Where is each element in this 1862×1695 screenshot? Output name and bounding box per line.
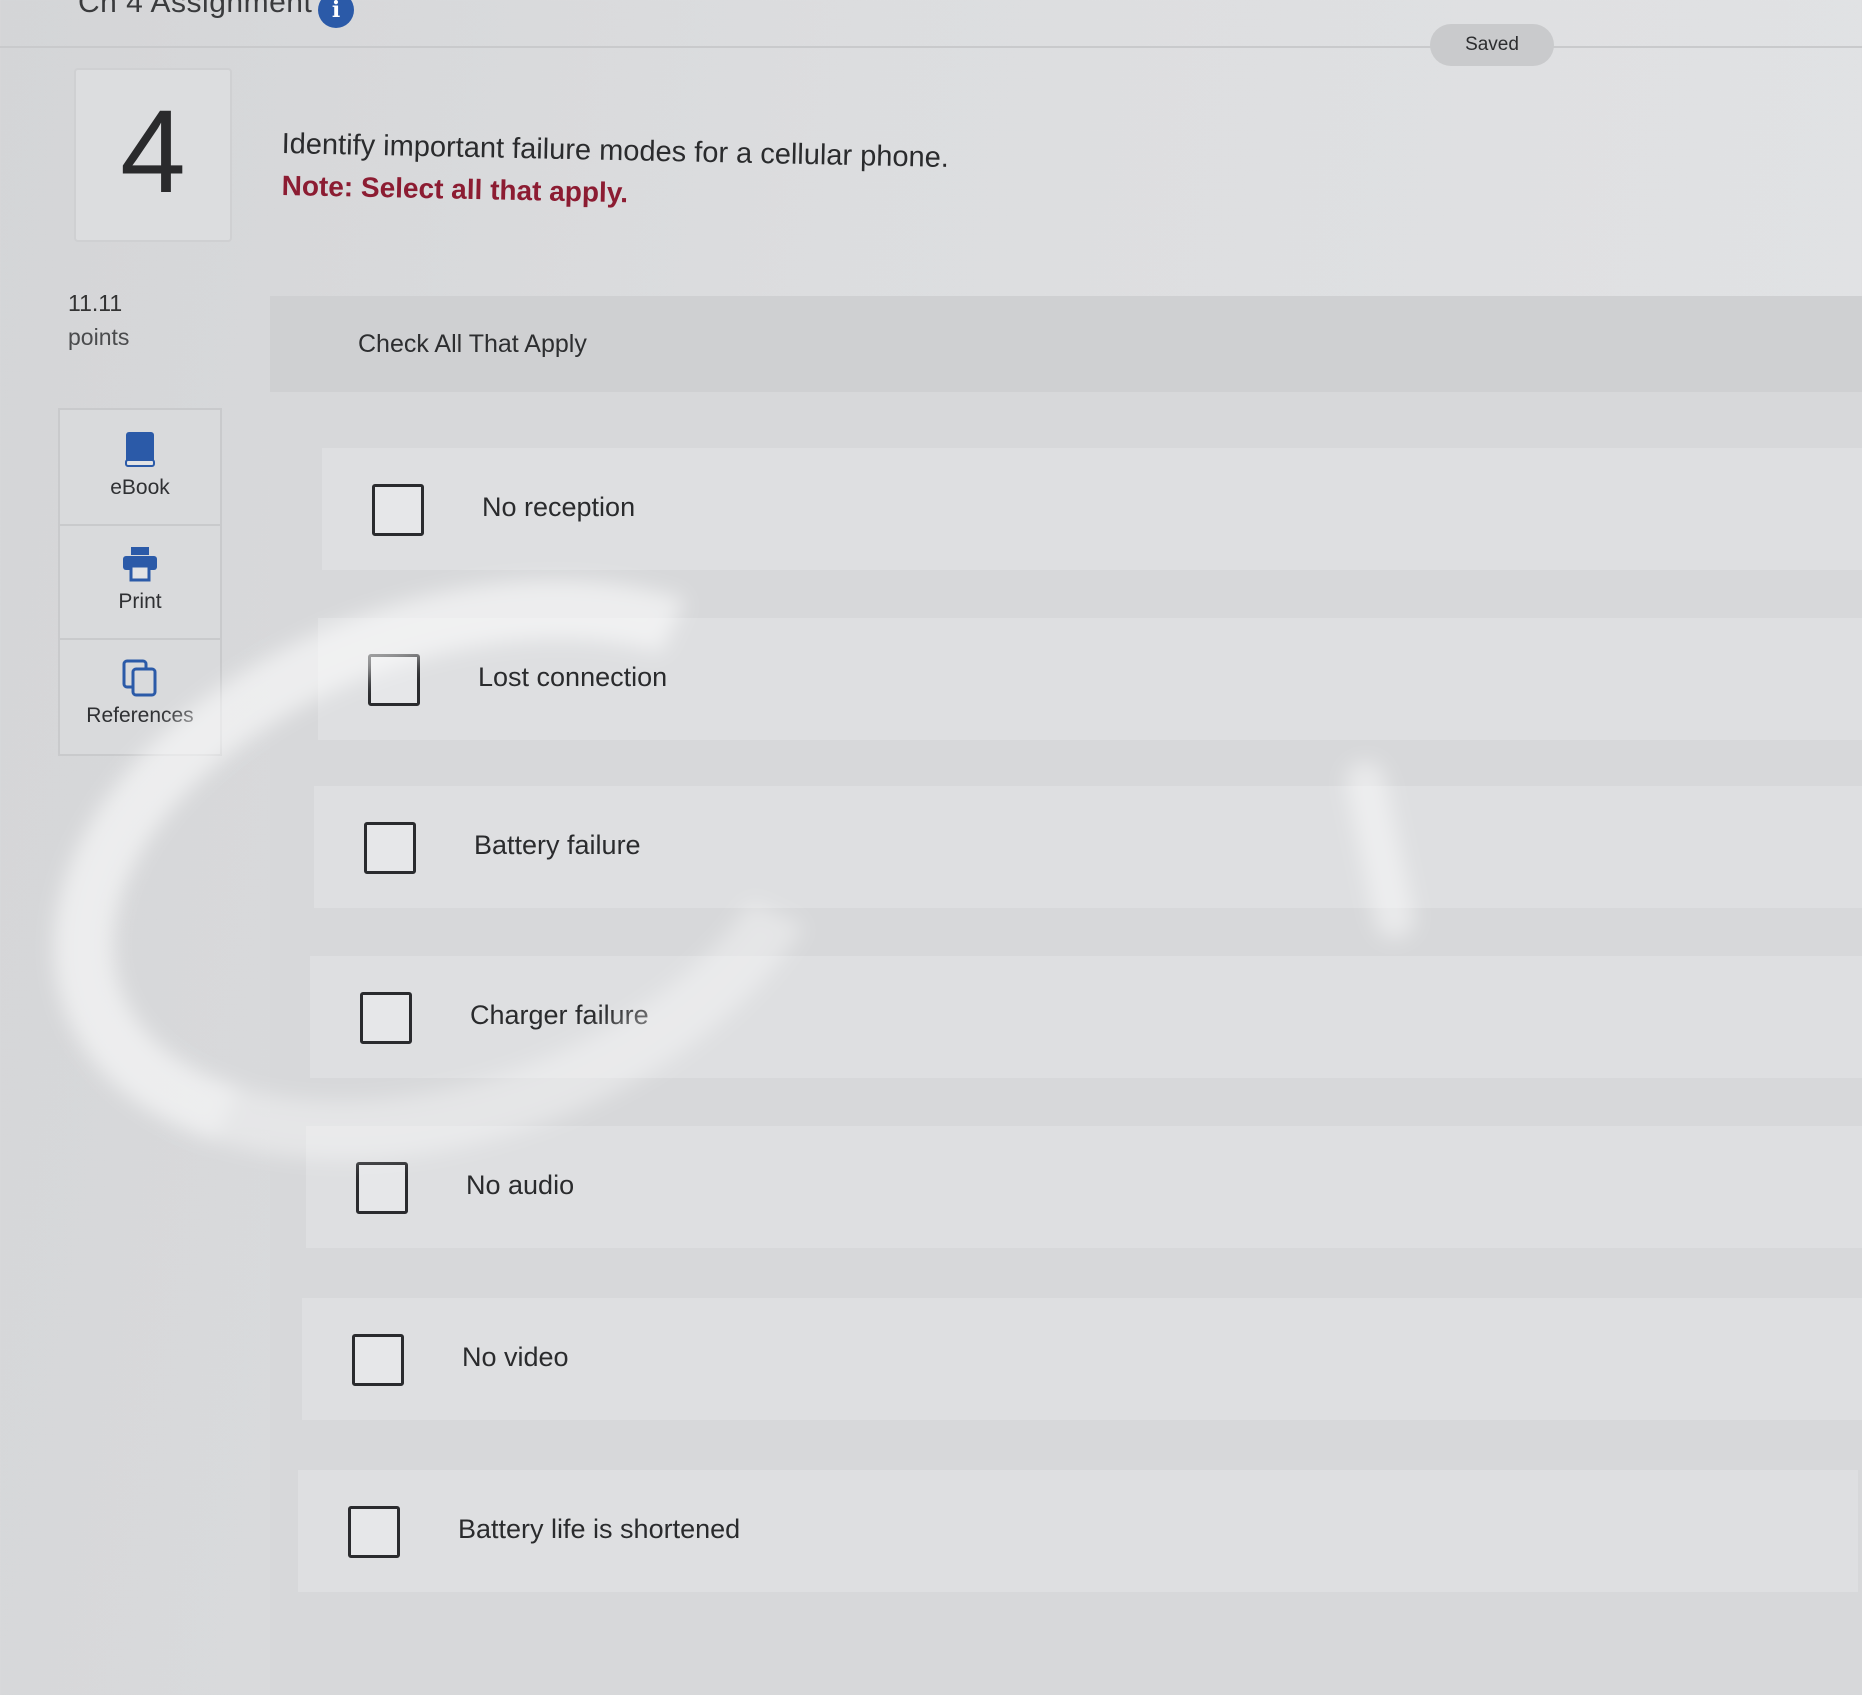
references-button[interactable]: References: [60, 638, 220, 752]
option-checkbox[interactable]: [356, 1162, 408, 1214]
option-label: Lost connection: [478, 662, 668, 692]
answer-panel: Check All That Apply No reception Lost c…: [270, 296, 1862, 1695]
option-checkbox[interactable]: [364, 822, 416, 874]
references-label: References: [86, 704, 194, 727]
option-label: Battery failure: [474, 830, 641, 860]
answer-option[interactable]: No reception: [322, 448, 1862, 570]
option-label: Charger failure: [470, 1000, 649, 1030]
answer-panel-header: Check All That Apply: [270, 296, 1862, 392]
answer-option[interactable]: No audio: [306, 1126, 1862, 1248]
ebook-button[interactable]: eBook: [60, 410, 220, 526]
question-tools: eBook Print References: [58, 408, 222, 756]
copy-icon: [122, 659, 157, 697]
saved-status-badge: Saved: [1430, 24, 1554, 66]
info-icon[interactable]: i: [318, 0, 354, 28]
option-checkbox[interactable]: [368, 654, 420, 706]
option-checkbox[interactable]: [372, 484, 424, 536]
answer-instructions: Check All That Apply: [358, 330, 587, 358]
points-value: 11.11: [68, 290, 123, 316]
points-label: points: [68, 324, 130, 350]
assignment-title: Ch 4 Assignment: [78, 0, 313, 19]
ebook-label: eBook: [110, 476, 170, 499]
question-number: 4: [120, 86, 186, 218]
option-checkbox[interactable]: [348, 1506, 400, 1558]
option-label: No audio: [466, 1170, 575, 1200]
question-prompt: Identify important failure modes for a c…: [281, 128, 950, 174]
option-label: No video: [462, 1342, 569, 1372]
book-icon: [125, 432, 155, 467]
option-checkbox[interactable]: [360, 992, 412, 1044]
question-number-box: 4: [74, 68, 232, 242]
printer-icon: [123, 547, 157, 582]
print-button[interactable]: Print: [60, 524, 220, 640]
answer-option[interactable]: Battery life is shortened: [298, 1470, 1858, 1592]
answer-option[interactable]: Lost connection: [318, 618, 1862, 740]
answer-option[interactable]: No video: [302, 1298, 1862, 1420]
answer-option[interactable]: Battery failure: [314, 786, 1862, 908]
option-label: Battery life is shortened: [458, 1514, 741, 1544]
top-bar: Ch 4 Assignment i: [0, 0, 1862, 48]
answer-option[interactable]: Charger failure: [310, 956, 1862, 1078]
option-checkbox[interactable]: [352, 1334, 404, 1386]
question-note: Note: Select all that apply.: [281, 170, 629, 209]
print-label: Print: [118, 590, 162, 613]
option-label: No reception: [482, 492, 636, 522]
